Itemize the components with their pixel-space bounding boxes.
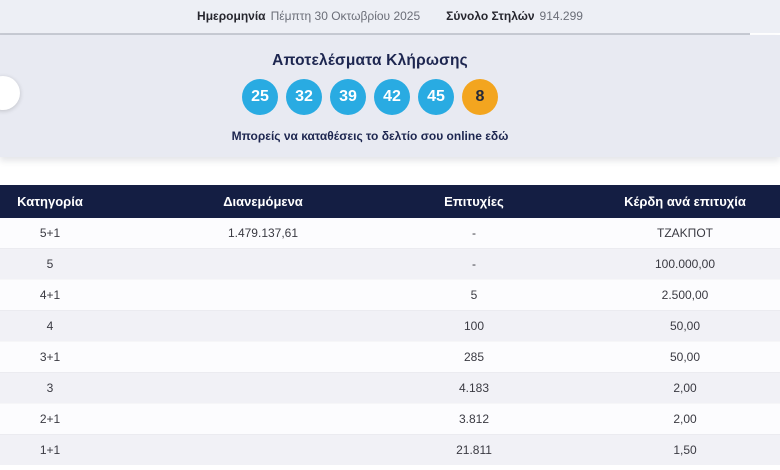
table-cell: - — [472, 226, 476, 240]
table-cell: 3 — [46, 381, 54, 395]
drawn-number-ball: 42 — [374, 79, 410, 115]
table-cell: 3+1 — [39, 350, 61, 364]
table-header-cell: Κατηγορία — [17, 194, 83, 209]
total-columns: Σύνολο Στηλών 914.299 — [446, 0, 583, 33]
table-row: 4+1 5 2.500,00 — [0, 279, 780, 310]
total-columns-value: 914.299 — [539, 9, 583, 23]
table-cell: 21.811 — [456, 443, 492, 457]
table-cell: 50,00 — [669, 319, 701, 333]
table-row: 1+1 21.811 1,50 — [0, 434, 780, 465]
table-cell: 1,50 — [673, 443, 697, 457]
online-submit-text: Μπορείς να καταθέσεις το δελτίο σου onli… — [0, 129, 740, 143]
draw-results-panel: Αποτελέσματα Κλήρωσης 25 32 39 42 45 8 Μπορεί… — [0, 35, 780, 157]
table-cell: 5+1 — [39, 226, 61, 240]
table-cell: 2+1 — [39, 412, 61, 426]
table-row: 4 100 50,00 — [0, 310, 780, 341]
table-row: 5 - 100.000,00 — [0, 248, 780, 279]
total-columns-label: Σύνολο Στηλών — [446, 9, 535, 23]
table-cell: 285 — [463, 350, 485, 364]
table-cell: 1.479.137,61 — [227, 226, 299, 240]
table-cell: 50,00 — [669, 350, 701, 364]
table-header-cell: Επιτυχίες — [444, 194, 504, 209]
table-cell: 2,00 — [673, 381, 697, 395]
table-row: 2+1 3.812 2,00 — [0, 403, 780, 434]
results-title: Αποτελέσματα Κλήρωσης — [272, 52, 468, 69]
online-submit-label: Μπορείς να καταθέσεις το δελτίο σου onli… — [231, 129, 482, 143]
table-cell: 2,00 — [673, 412, 697, 426]
drawn-number-ball: 25 — [242, 79, 278, 115]
table-cell: 5 — [46, 257, 54, 271]
results-table-body: 5+1 1.479.137,61 - ΤΖΑΚΠΟΤ 5 - 100.000,00 4+1 5 2… — [0, 218, 780, 465]
table-row: 3 4.183 2,00 — [0, 372, 780, 403]
table-cell: 1+1 — [39, 443, 61, 457]
drawn-numbers: 25 32 39 42 45 8 — [0, 79, 740, 115]
table-cell: 4+1 — [39, 288, 61, 302]
table-cell: 5 — [470, 288, 478, 302]
table-header-row: Κατηγορία Διανεμόμενα Επιτυχίες Κέρδη ανά ε… — [0, 185, 780, 218]
online-submit-link[interactable]: εδώ — [485, 129, 508, 143]
table-row: 3+1 285 50,00 — [0, 341, 780, 372]
draw-info-bar: Ημερομηνία Πέμπτη 30 Οκτωβρίου 2025 Σύνο… — [0, 0, 780, 33]
table-cell: 3.812 — [458, 412, 490, 426]
draw-date-value: Πέμπτη 30 Οκτωβρίου 2025 — [270, 9, 421, 23]
drawn-number-ball: 39 — [330, 79, 366, 115]
table-cell: 4.183 — [458, 381, 490, 395]
drawn-number-ball: 32 — [286, 79, 322, 115]
table-cell: ΤΖΑΚΠΟΤ — [657, 226, 713, 240]
drawn-number-ball: 45 — [418, 79, 454, 115]
table-header-cell: Διανεμόμενα — [223, 194, 303, 209]
winnings-table: Κατηγορία Διανεμόμενα Επιτυχίες Κέρδη ανά ε… — [0, 185, 780, 470]
table-cell: 100 — [463, 319, 485, 333]
joker-number-ball: 8 — [462, 79, 498, 115]
table-cell: 4 — [46, 319, 54, 333]
draw-date-label: Ημερομηνία — [197, 9, 266, 23]
table-cell: 2.500,00 — [661, 288, 709, 302]
table-cell: - — [472, 257, 476, 271]
table-row: 5+1 1.479.137,61 - ΤΖΑΚΠΟΤ — [0, 218, 780, 248]
table-header-cell: Κέρδη ανά επιτυχία — [624, 194, 746, 209]
table-cell: 100.000,00 — [654, 257, 716, 271]
draw-date: Ημερομηνία Πέμπτη 30 Οκτωβρίου 2025 — [197, 0, 420, 33]
